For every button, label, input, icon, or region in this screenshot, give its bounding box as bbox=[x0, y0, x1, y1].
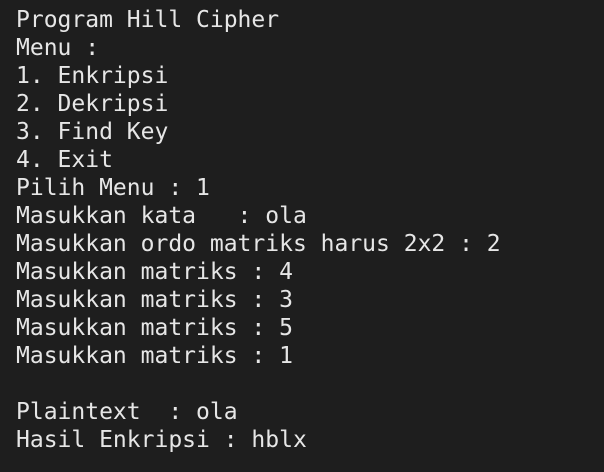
menu-option-exit: 4. Exit bbox=[16, 147, 113, 173]
menu-option-find-key: 3. Find Key bbox=[16, 119, 169, 145]
terminal-output[interactable]: Program Hill Cipher Menu : 1. Enkripsi 2… bbox=[0, 0, 604, 472]
menu-header-line: Menu : bbox=[16, 35, 100, 61]
program-title-line: Program Hill Cipher bbox=[16, 7, 280, 33]
input-kata-line: Masukkan kata : ola bbox=[16, 203, 307, 229]
menu-choice-line: Pilih Menu : 1 bbox=[16, 175, 210, 201]
input-ordo-line: Masukkan ordo matriks harus 2x2 : 2 bbox=[16, 231, 501, 257]
plaintext-output-line: Plaintext : ola bbox=[16, 399, 238, 425]
input-matriks-line: Masukkan matriks : 3 bbox=[16, 287, 293, 313]
menu-option-dekripsi: 2. Dekripsi bbox=[16, 91, 169, 117]
input-matriks-line: Masukkan matriks : 5 bbox=[16, 315, 293, 341]
input-matriks-line: Masukkan matriks : 1 bbox=[16, 343, 293, 369]
menu-option-enkripsi: 1. Enkripsi bbox=[16, 63, 169, 89]
encryption-result-line: Hasil Enkripsi : hblx bbox=[16, 427, 307, 453]
input-matriks-line: Masukkan matriks : 4 bbox=[16, 259, 293, 285]
